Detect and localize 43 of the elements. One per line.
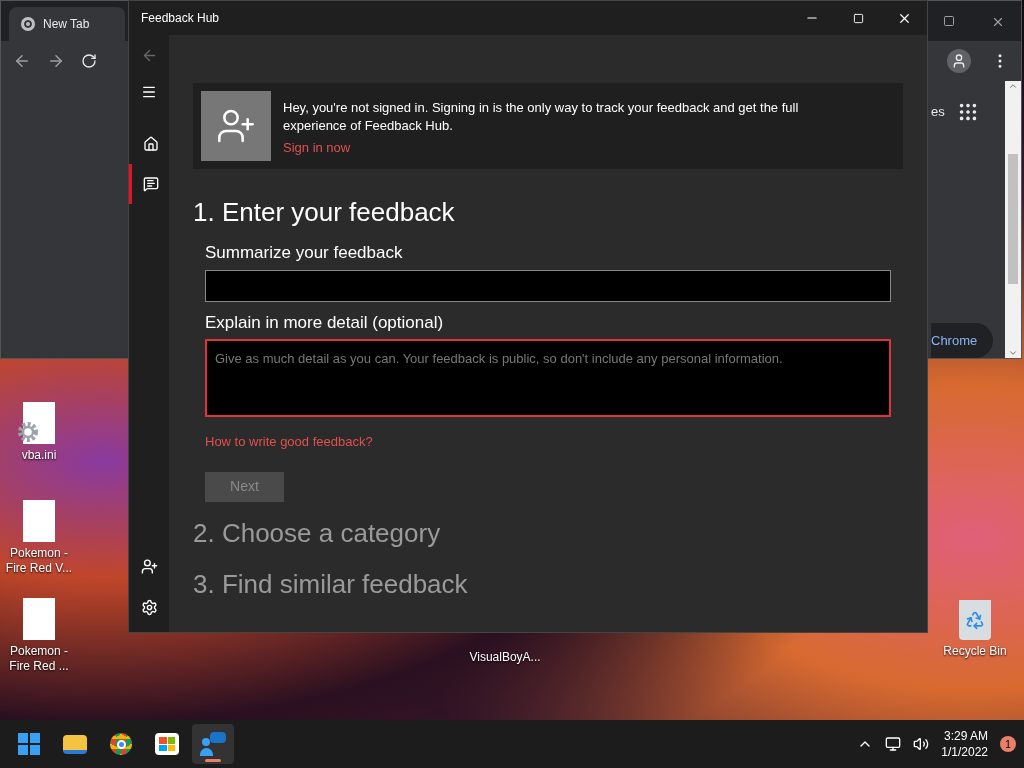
summary-input-field[interactable] (205, 269, 891, 302)
recycle-bin-icon[interactable] (959, 600, 991, 640)
store-icon (155, 733, 179, 755)
clock-date[interactable]: 1/1/2022 (941, 744, 988, 760)
sign-in-link[interactable]: Sign in now (283, 140, 351, 155)
scroll-down-icon[interactable] (1008, 348, 1018, 358)
browser-tab[interactable]: New Tab (9, 6, 125, 41)
volume-icon[interactable] (913, 736, 930, 752)
add-user-icon (201, 91, 271, 161)
page-text: es (931, 102, 945, 121)
field-label: Summarize your feedback (205, 242, 404, 264)
clock-time[interactable]: 3:29 AM (943, 728, 988, 744)
maximize-icon[interactable] (852, 12, 864, 24)
desktop-icon-label: Pokemon - Fire Red ... (8, 644, 70, 674)
window-title: Feedback Hub (141, 10, 220, 27)
chrome-button[interactable]: Chrome (931, 322, 993, 358)
menu-icon[interactable] (141, 84, 157, 100)
step-heading[interactable]: 1. Enter your feedback (193, 193, 903, 232)
settings-icon[interactable] (140, 599, 158, 616)
step-heading[interactable]: 3. Find similar feedback (193, 564, 903, 604)
desktop-icon-label: Pokemon - Fire Red V... (4, 546, 74, 576)
network-icon[interactable] (885, 736, 902, 752)
speech-bubble-icon[interactable] (142, 176, 159, 192)
chrome-icon (21, 16, 35, 31)
help-link[interactable]: How to write good feedback? (205, 432, 373, 452)
notification-badge[interactable]: 1 (1000, 736, 1016, 752)
profile-icon[interactable] (947, 48, 971, 73)
feedback-hub-icon (200, 732, 226, 756)
chrome-icon (110, 733, 132, 755)
reload-icon[interactable] (81, 52, 97, 69)
desktop-icon-label: VisualBoyA... (469, 650, 541, 665)
add-user-icon[interactable] (140, 558, 158, 575)
step-heading[interactable]: 2. Choose a category (193, 513, 903, 553)
sign-in-message: Hey, you're not signed in. Signing in is the only way to track your feedback and get the full experience of Feedback Hub. (283, 99, 800, 135)
field-label: Explain in more detail (optional) (205, 311, 445, 334)
detail-input-field[interactable]: Give as much detail as you can. Your feedback is public, so don't include any personal information. (205, 339, 891, 417)
maximize-icon (943, 14, 955, 27)
folder-icon (63, 734, 87, 754)
scrollbar-thumb[interactable] (1008, 154, 1018, 285)
desktop-icon-label: vba.ini (21, 448, 57, 463)
home-icon[interactable] (142, 136, 159, 152)
start-icon (18, 733, 40, 755)
desktop-icon-label: Recycle Bin (943, 644, 1007, 659)
